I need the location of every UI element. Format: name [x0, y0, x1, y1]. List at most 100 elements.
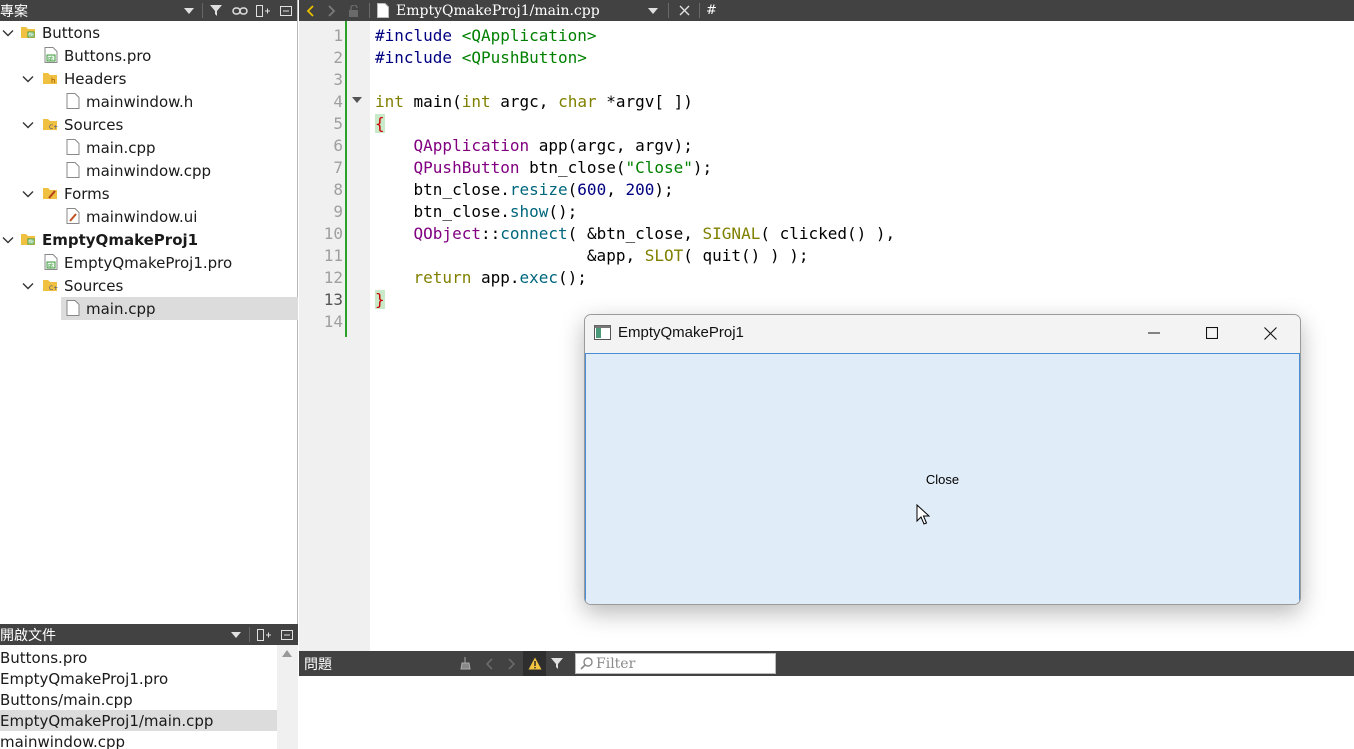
link-with-editor-icon[interactable]	[228, 0, 251, 21]
tree-item-label: Sources	[64, 115, 124, 134]
close-icon[interactable]	[1241, 315, 1299, 351]
close-panel-icon[interactable]	[275, 624, 298, 645]
tree-item-mainwindow-h[interactable]: mainwindow.h	[0, 90, 298, 113]
minimize-icon[interactable]	[1125, 315, 1183, 351]
code-line-10: QObject::connect( &btn_close, SIGNAL( cl…	[413, 224, 896, 243]
close-panel-icon[interactable]	[274, 0, 297, 21]
open-document-item[interactable]: EmptyQmakeProj1.pro	[0, 668, 277, 689]
toolbar-separator	[699, 3, 700, 18]
clean-issues-icon[interactable]	[454, 651, 477, 676]
line-number: 1	[333, 26, 343, 45]
tree-item-sources[interactable]: C+ Sources	[0, 274, 298, 297]
svg-text:qt: qt	[48, 263, 53, 269]
tree-item-main-cpp-selected[interactable]: main.cpp	[61, 297, 298, 320]
filter-tree-icon[interactable]	[205, 0, 228, 21]
tree-item-buttons-project[interactable]: qt Buttons	[0, 21, 298, 44]
tree-item-label: Forms	[64, 184, 110, 203]
line-number: 3	[333, 70, 343, 89]
file-dropdown-icon[interactable]	[642, 0, 664, 21]
next-issue-icon[interactable]	[500, 651, 523, 676]
code-line-6: QApplication app(argc, argv);	[413, 136, 693, 155]
chevron-down-icon[interactable]	[22, 188, 34, 200]
chevron-down-icon[interactable]	[22, 280, 34, 292]
open-document-item-selected[interactable]: EmptyQmakeProj1/main.cpp	[0, 710, 277, 731]
code-line-7: QPushButton btn_close("Close");	[413, 158, 713, 177]
go-forward-icon[interactable]	[321, 0, 343, 21]
app-window-titlebar[interactable]: EmptyQmakeProj1	[585, 315, 1300, 353]
scroll-up-arrow-icon[interactable]	[282, 650, 292, 657]
forms-folder-icon	[42, 185, 58, 201]
close-document-icon[interactable]	[673, 0, 695, 21]
fold-marker-icon[interactable]	[352, 97, 362, 103]
split-panel-icon[interactable]	[252, 624, 275, 645]
issues-panel-header: 問題 Filter	[299, 651, 1354, 676]
headers-folder-icon: h	[42, 70, 58, 86]
svg-text:qt: qt	[29, 32, 34, 37]
chevron-down-icon[interactable]	[2, 27, 14, 39]
svg-text:qt: qt	[48, 56, 53, 62]
chevron-down-icon[interactable]	[2, 234, 14, 246]
tree-item-sources[interactable]: C+ Sources	[0, 113, 298, 136]
filter-issues-icon[interactable]	[546, 651, 569, 676]
search-icon	[576, 657, 596, 670]
svg-text:h: h	[51, 77, 55, 85]
tree-item-label: mainwindow.cpp	[86, 161, 212, 180]
issues-panel-title: 問題	[304, 656, 332, 673]
tree-item-mainwindow-ui[interactable]: mainwindow.ui	[0, 205, 298, 228]
tree-item-forms[interactable]: Forms	[0, 182, 298, 205]
project-panel-header: 專案	[0, 0, 297, 21]
code-line-11: &app, SLOT( quit() ) );	[375, 246, 809, 265]
issues-filter-input[interactable]: Filter	[575, 653, 776, 674]
line-number: 12	[323, 268, 343, 287]
close-button[interactable]: Close	[586, 354, 1299, 604]
panel-selector-dropdown-icon[interactable]	[224, 624, 247, 645]
app-window-icon	[594, 325, 611, 340]
tree-item-emptyqmakeproj1-project[interactable]: qt EmptyQmakeProj1	[0, 228, 298, 251]
lock-icon	[343, 0, 365, 21]
file-icon	[65, 139, 81, 155]
line-number: 9	[333, 202, 343, 221]
tree-item-label: EmptyQmakeProj1.pro	[64, 253, 233, 272]
project-panel-title: 專案	[0, 3, 28, 20]
tree-item-emptyqmakeproj1-pro[interactable]: qt EmptyQmakeProj1.pro	[0, 251, 298, 274]
open-document-item[interactable]: Buttons/main.cpp	[0, 689, 277, 710]
panel-selector-dropdown-icon[interactable]	[177, 0, 200, 21]
tree-item-label: Headers	[64, 69, 127, 88]
open-document-item[interactable]: mainwindow.cpp	[0, 731, 277, 749]
maximize-icon[interactable]	[1183, 315, 1241, 351]
current-file-selector[interactable]: EmptyQmakeProj1/main.cpp	[396, 3, 642, 19]
line-number: 7	[333, 158, 343, 177]
tree-item-label: Buttons	[42, 23, 101, 42]
project-folder-icon: qt	[20, 231, 36, 247]
go-back-icon[interactable]	[299, 0, 321, 21]
tree-item-label: Buttons.pro	[64, 46, 152, 65]
current-line-number: 13	[323, 290, 343, 309]
warning-filter-icon[interactable]	[523, 651, 546, 676]
file-icon	[65, 300, 81, 316]
tree-item-headers[interactable]: h Headers	[0, 67, 298, 90]
app-window-title: EmptyQmakeProj1	[618, 324, 744, 341]
tree-item-buttons-pro[interactable]: qt Buttons.pro	[0, 44, 298, 67]
open-documents-tools	[224, 624, 298, 645]
tree-item-main-cpp[interactable]: main.cpp	[0, 136, 298, 159]
chevron-down-icon[interactable]	[22, 119, 34, 131]
split-panel-icon[interactable]	[251, 0, 274, 21]
sources-folder-icon: C+	[42, 277, 58, 293]
line-number: 4	[333, 92, 343, 111]
project-folder-icon: qt	[20, 24, 36, 40]
svg-text:qt: qt	[29, 239, 34, 244]
open-document-item[interactable]: Buttons.pro	[0, 647, 277, 668]
tree-item-label: mainwindow.ui	[86, 207, 198, 226]
previous-issue-icon[interactable]	[477, 651, 500, 676]
line-number: 14	[323, 312, 343, 331]
open-documents-header: 開啟文件	[0, 624, 298, 645]
tree-item-label: main.cpp	[86, 138, 156, 157]
open-documents-list: Buttons.pro EmptyQmakeProj1.pro Buttons/…	[0, 645, 298, 749]
project-panel-tools	[177, 0, 297, 21]
tree-item-mainwindow-cpp[interactable]: mainwindow.cpp	[0, 159, 298, 182]
toolbar-separator	[668, 3, 669, 18]
symbol-selector[interactable]: #	[706, 3, 717, 18]
open-documents-scrollbar[interactable]	[277, 645, 298, 749]
chevron-down-icon[interactable]	[22, 73, 34, 85]
line-number: 10	[323, 224, 343, 243]
